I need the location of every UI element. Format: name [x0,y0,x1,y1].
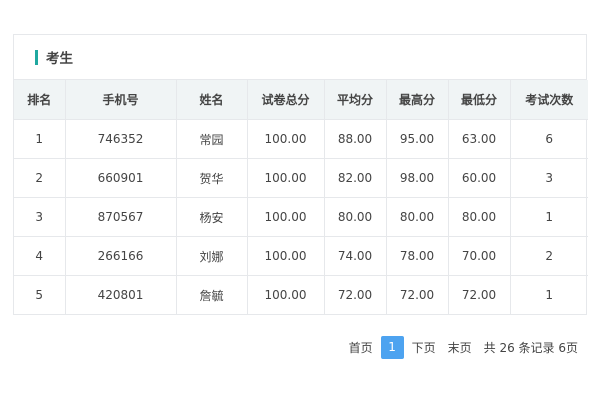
cell-phone: 420801 [65,275,177,314]
cell-highest: 95.00 [386,119,449,159]
table-row[interactable]: 5 420801 詹毓 100.00 72.00 72.00 72.00 1 [14,275,588,314]
current-page-button[interactable]: 1 [380,336,404,359]
cell-phone: 266166 [65,236,177,276]
cell-exam-count: 2 [510,236,588,276]
column-header-lowest[interactable]: 最低分 [448,80,511,120]
cell-total-score: 100.00 [247,119,325,159]
column-header-exam-count[interactable]: 考试次数 [510,80,588,120]
cell-lowest: 63.00 [448,119,511,159]
cell-phone: 870567 [65,197,177,237]
cell-average: 80.00 [324,197,387,237]
cell-exam-count: 1 [510,197,588,237]
table-row[interactable]: 4 266166 刘娜 100.00 74.00 78.00 70.00 2 [14,236,588,276]
column-header-phone[interactable]: 手机号 [65,80,177,120]
cell-name: 常园 [176,119,248,159]
column-header-rank[interactable]: 排名 [14,80,66,120]
column-header-highest[interactable]: 最高分 [386,80,449,120]
cell-name: 刘娜 [176,236,248,276]
cell-phone: 660901 [65,158,177,198]
cell-total-score: 100.00 [247,236,325,276]
table-row[interactable]: 1 746352 常园 100.00 88.00 95.00 63.00 6 [14,119,588,159]
cell-name: 杨安 [176,197,248,237]
cell-average: 74.00 [324,236,387,276]
pagination: 首页 1 下页 末页 共 26 条记录 6页 [349,336,578,359]
panel-title: 考生 [46,51,73,67]
panel-header: 考生 [14,35,586,80]
cell-average: 88.00 [324,119,387,159]
cell-exam-count: 1 [545,288,554,302]
cell-highest: 78.00 [386,236,449,276]
cell-average: 82.00 [324,158,387,198]
title-accent-bar [35,49,38,65]
column-header-total-score[interactable]: 试卷总分 [247,80,325,120]
cell-lowest: 60.00 [448,158,511,198]
cell-lowest: 70.00 [448,236,511,276]
column-header-name[interactable]: 姓名 [176,80,248,120]
cell-rank: 5 [14,275,66,314]
cell-total-score: 100.00 [247,158,325,198]
table-row[interactable]: 3 870567 杨安 100.00 80.00 80.00 80.00 1 [14,197,588,237]
first-page-link[interactable]: 首页 [349,339,373,356]
next-page-link[interactable]: 下页 [412,339,436,356]
table-row[interactable]: 2 660901 贺华 100.00 82.00 98.00 60.00 3 [14,158,588,198]
examinee-panel: 考生 排名 手机号 姓名 试卷总分 平均分 最高分 最低分 考试次数 1 746… [13,34,588,315]
cell-lowest: 72.00 [448,275,511,314]
cell-exam-count: 6 [510,119,588,159]
cell-highest: 80.00 [386,197,449,237]
cell-phone: 746352 [65,119,177,159]
last-page-link[interactable]: 末页 [448,339,472,356]
cell-lowest: 80.00 [448,197,511,237]
cell-total-score: 100.00 [247,275,325,314]
table-header-row: 排名 手机号 姓名 试卷总分 平均分 最高分 最低分 考试次数 [14,80,588,120]
cell-highest: 98.00 [386,158,449,198]
cell-total-score: 100.00 [247,197,325,237]
cell-rank: 2 [14,158,66,198]
cell-name: 贺华 [176,158,248,198]
cell-exam-count: 3 [510,158,588,198]
examinee-table: 排名 手机号 姓名 试卷总分 平均分 最高分 最低分 考试次数 1 746352… [14,80,588,314]
record-summary: 共 26 条记录 6页 [483,341,578,355]
column-header-average[interactable]: 平均分 [324,80,387,120]
cell-rank: 1 [14,119,66,159]
cell-rank: 4 [14,236,66,276]
cell-highest: 72.00 [386,275,449,314]
cell-average: 72.00 [324,275,387,314]
cell-name: 詹毓 [176,275,248,314]
cell-rank: 3 [14,197,66,237]
